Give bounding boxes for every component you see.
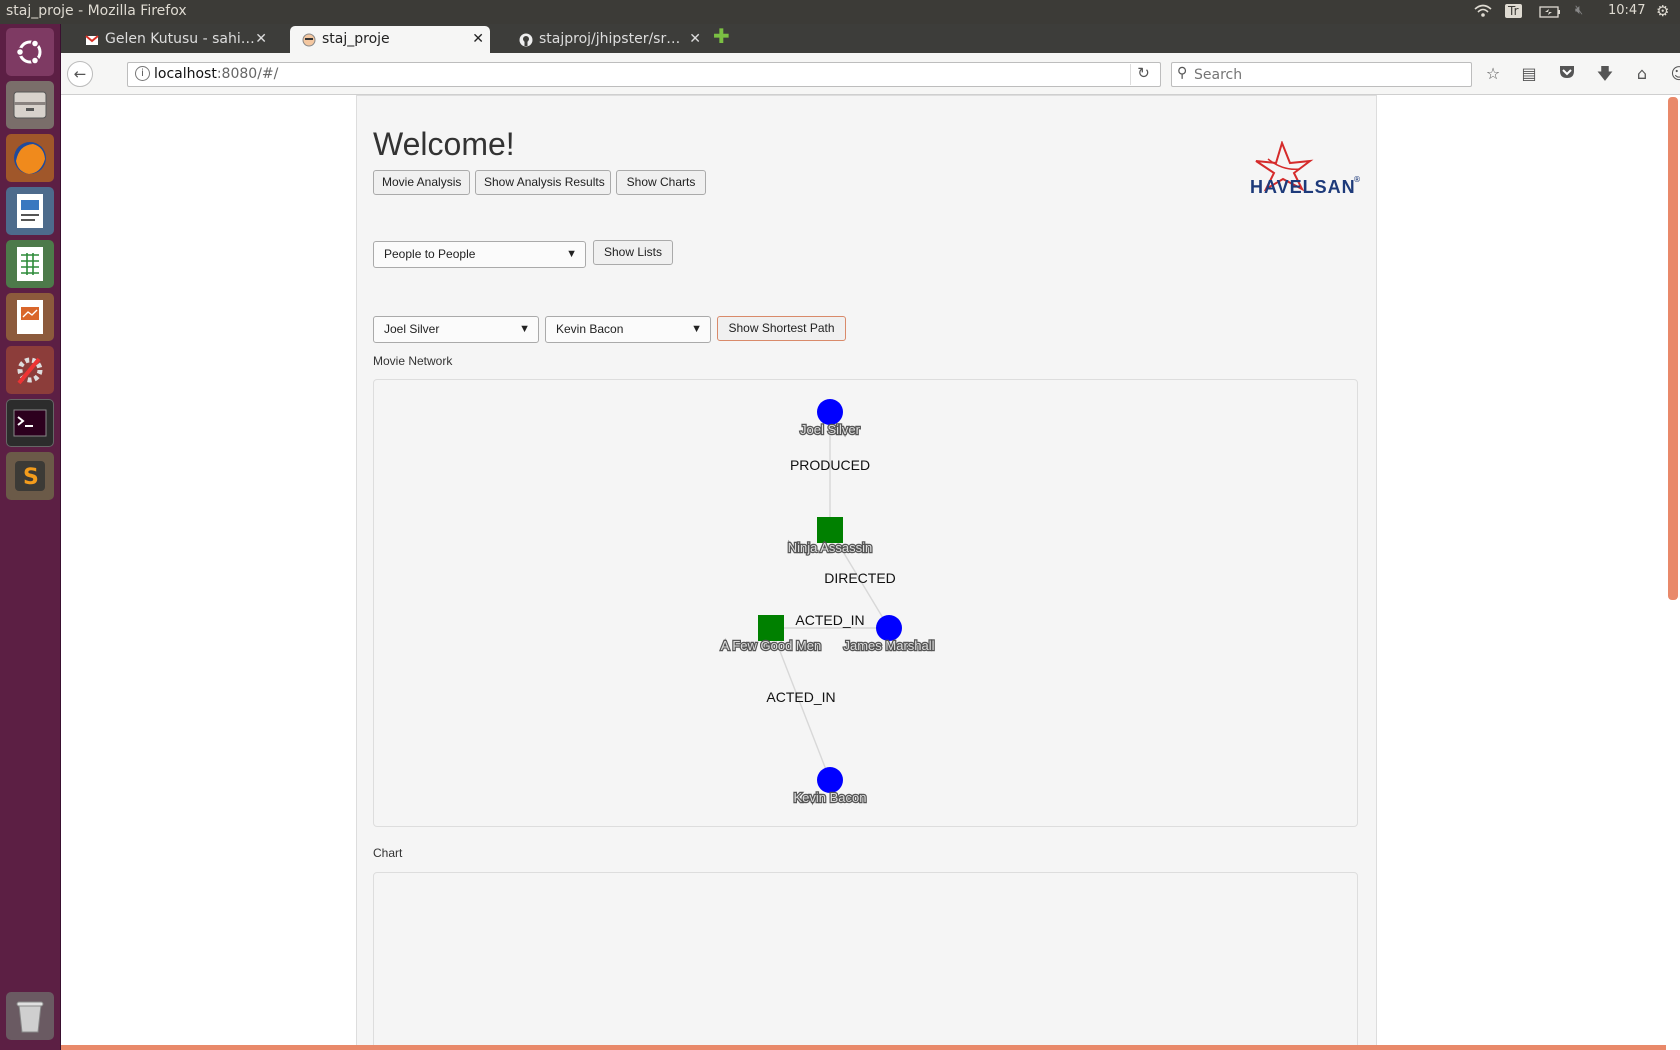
- tab-close-icon[interactable]: ✕: [472, 31, 484, 47]
- node-label: Ninja Assassin: [788, 540, 873, 555]
- show-analysis-results-button[interactable]: Show Analysis Results: [475, 170, 611, 195]
- node-label: Kevin Bacon: [794, 790, 867, 805]
- logo-text: HAVELSAN: [1250, 177, 1356, 197]
- show-shortest-path-button[interactable]: Show Shortest Path: [717, 316, 846, 341]
- tab-github[interactable]: stajproj/jhipster/sr… ✕: [507, 26, 707, 53]
- network-svg[interactable]: PRODUCED DIRECTED ACTED_IN ACTED_IN Joel Sil…: [374, 380, 1359, 828]
- edge-label: DIRECTED: [824, 570, 896, 586]
- movie-analysis-button[interactable]: Movie Analysis: [373, 170, 470, 195]
- svg-text:S: S: [23, 465, 39, 490]
- browser-navigation-bar: ← i localhost:8080/#/ ↻ ⚲ ☆ ▤ 🡇 ⌂ ☺ ☰: [61, 53, 1680, 95]
- os-top-bar: staj_proje - Mozilla Firefox Tr 🔇︎ 10:47…: [0, 0, 1680, 24]
- edge-label: ACTED_IN: [766, 689, 835, 705]
- github-icon: [519, 33, 533, 47]
- downloads-icon[interactable]: 🡇: [1594, 64, 1616, 84]
- to-person-select[interactable]: Kevin Bacon ▼: [545, 316, 711, 343]
- edge-label: ACTED_IN: [795, 612, 864, 628]
- reload-icon[interactable]: ↻: [1130, 64, 1156, 85]
- movie-network-graph[interactable]: PRODUCED DIRECTED ACTED_IN ACTED_IN Joel Sil…: [373, 379, 1358, 827]
- url-text: localhost:8080/#/: [154, 66, 279, 82]
- page-title: Welcome!: [373, 126, 515, 162]
- firefox-icon[interactable]: [6, 134, 54, 182]
- window-title: staj_proje - Mozilla Firefox: [6, 3, 187, 19]
- chevron-down-icon: ▼: [566, 248, 577, 260]
- libreoffice-impress-icon[interactable]: [6, 293, 54, 341]
- node-label: Joel Silver: [800, 422, 861, 437]
- browser-tab-bar: Gelen Kutusu - sahi… ✕ staj_proje ✕ staj…: [61, 24, 1680, 53]
- chart-title: Chart: [373, 846, 403, 860]
- gmail-icon: [85, 33, 99, 47]
- keyboard-layout-indicator[interactable]: Tr: [1505, 4, 1522, 18]
- chat-icon[interactable]: ☺: [1668, 64, 1680, 84]
- home-icon[interactable]: ⌂: [1631, 64, 1653, 84]
- vertical-scrollbar[interactable]: [1666, 95, 1680, 1050]
- system-settings-icon[interactable]: [6, 346, 54, 394]
- chevron-down-icon: ▼: [691, 323, 702, 335]
- tab-close-icon[interactable]: ✕: [255, 31, 267, 47]
- horizontal-scrollbar[interactable]: [61, 1045, 1666, 1050]
- back-arrow-icon[interactable]: ←: [67, 61, 93, 87]
- clock[interactable]: 10:47: [1608, 3, 1645, 18]
- node-label: James Marshall: [843, 638, 934, 653]
- node-label: A Few Good Men: [721, 638, 821, 653]
- search-input[interactable]: [1194, 65, 1464, 84]
- reading-list-icon[interactable]: ▤: [1518, 64, 1540, 84]
- search-bar[interactable]: ⚲: [1171, 62, 1472, 87]
- ubuntu-dash-icon[interactable]: [6, 28, 54, 76]
- tab-close-icon[interactable]: ✕: [689, 31, 701, 47]
- show-lists-button[interactable]: Show Lists: [593, 240, 673, 265]
- settings-gear-icon[interactable]: ⚙: [1656, 2, 1669, 20]
- unity-launcher: S: [0, 24, 61, 1050]
- volume-muted-icon[interactable]: 🔇︎: [1575, 3, 1583, 18]
- jhipster-icon: [302, 33, 316, 47]
- terminal-icon[interactable]: [6, 399, 54, 447]
- mode-select[interactable]: People to People ▼: [373, 241, 586, 268]
- havelsan-logo: HAVELSAN ®: [1250, 139, 1361, 197]
- search-icon: ⚲: [1177, 65, 1188, 81]
- tab-gmail[interactable]: Gelen Kutusu - sahi… ✕: [73, 26, 273, 53]
- libreoffice-calc-icon[interactable]: [6, 240, 54, 288]
- site-info-icon[interactable]: i: [135, 66, 150, 81]
- trash-icon[interactable]: [6, 992, 54, 1040]
- libreoffice-writer-icon[interactable]: [6, 187, 54, 235]
- sublime-text-icon[interactable]: S: [6, 452, 54, 500]
- battery-icon[interactable]: [1539, 6, 1561, 22]
- wifi-icon[interactable]: [1474, 3, 1492, 23]
- logo-registered-mark: ®: [1353, 175, 1361, 184]
- movie-network-title: Movie Network: [373, 354, 453, 368]
- pocket-icon[interactable]: [1556, 64, 1578, 84]
- files-icon[interactable]: [6, 81, 54, 129]
- from-person-select[interactable]: Joel Silver ▼: [373, 316, 539, 343]
- address-bar[interactable]: i localhost:8080/#/ ↻: [127, 62, 1161, 87]
- chart-area: [373, 872, 1358, 1050]
- edge-label: PRODUCED: [790, 457, 870, 473]
- web-page: Welcome! HAVELSAN ® Movie Analysis Show …: [61, 95, 1680, 1050]
- scrollbar-thumb[interactable]: [1668, 97, 1678, 600]
- bookmark-star-icon[interactable]: ☆: [1482, 64, 1504, 84]
- tab-staj-proje[interactable]: staj_proje ✕: [290, 26, 490, 53]
- show-charts-button[interactable]: Show Charts: [616, 170, 706, 195]
- main-panel: Welcome! HAVELSAN ® Movie Analysis Show …: [356, 95, 1377, 1050]
- chevron-down-icon: ▼: [519, 323, 530, 335]
- new-tab-button[interactable]: ✚: [713, 24, 739, 51]
